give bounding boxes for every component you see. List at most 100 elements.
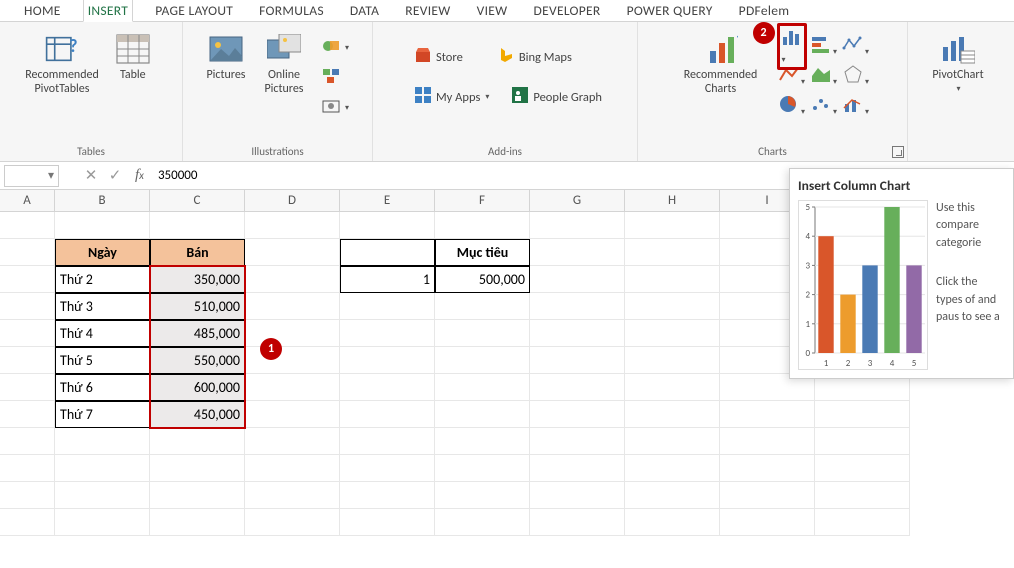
cell-F2[interactable]: Mục tiêu bbox=[435, 239, 530, 266]
cell-H3[interactable] bbox=[625, 266, 720, 293]
area-chart-button[interactable]: ▾ bbox=[810, 64, 837, 88]
cell-J9[interactable] bbox=[815, 428, 910, 455]
cell-B11[interactable] bbox=[55, 482, 150, 509]
tab-data[interactable]: DATA bbox=[346, 0, 383, 21]
cell-H2[interactable] bbox=[625, 239, 720, 266]
cell-D3[interactable] bbox=[245, 266, 340, 293]
cell-D5[interactable] bbox=[245, 320, 340, 347]
cell-E7[interactable] bbox=[340, 374, 435, 401]
cell-D10[interactable] bbox=[245, 455, 340, 482]
cell-E12[interactable] bbox=[340, 509, 435, 536]
cell-F7[interactable] bbox=[435, 374, 530, 401]
pictures-button[interactable]: Pictures bbox=[202, 32, 250, 82]
cell-E5[interactable] bbox=[340, 320, 435, 347]
scatter-chart-button[interactable]: ▾ bbox=[810, 94, 837, 118]
cell-I8[interactable] bbox=[720, 401, 815, 428]
col-header-G[interactable]: G bbox=[530, 190, 625, 212]
tab-formulas[interactable]: FORMULAS bbox=[255, 0, 328, 21]
cell-D8[interactable] bbox=[245, 401, 340, 428]
col-header-B[interactable]: B bbox=[55, 190, 150, 212]
cell-F12[interactable] bbox=[435, 509, 530, 536]
cell-B2[interactable]: Ngày bbox=[55, 239, 150, 266]
cell-G5[interactable] bbox=[530, 320, 625, 347]
cell-F9[interactable] bbox=[435, 428, 530, 455]
cell-B5[interactable]: Thứ 4 bbox=[55, 320, 150, 347]
enter-formula-button[interactable]: ✓ bbox=[103, 166, 127, 185]
cell-H11[interactable] bbox=[625, 482, 720, 509]
cell-G1[interactable] bbox=[530, 212, 625, 239]
cell-D7[interactable] bbox=[245, 374, 340, 401]
col-header-H[interactable]: H bbox=[625, 190, 720, 212]
cell-G11[interactable] bbox=[530, 482, 625, 509]
fx-icon[interactable]: fx bbox=[127, 167, 152, 184]
tab-home[interactable]: HOME bbox=[20, 0, 65, 21]
cell-G8[interactable] bbox=[530, 401, 625, 428]
cell-A3[interactable] bbox=[0, 266, 55, 293]
cell-E8[interactable] bbox=[340, 401, 435, 428]
cell-I9[interactable] bbox=[720, 428, 815, 455]
cell-B4[interactable]: Thứ 3 bbox=[55, 293, 150, 320]
cell-B12[interactable] bbox=[55, 509, 150, 536]
cell-G2[interactable] bbox=[530, 239, 625, 266]
cell-G6[interactable] bbox=[530, 347, 625, 374]
cell-C4[interactable]: 510,000 bbox=[150, 293, 245, 320]
online-pictures-button[interactable]: Online Pictures bbox=[260, 32, 308, 96]
cell-B3[interactable]: Thứ 2 bbox=[55, 266, 150, 293]
col-header-D[interactable]: D bbox=[245, 190, 340, 212]
cell-H4[interactable] bbox=[625, 293, 720, 320]
cell-B10[interactable] bbox=[55, 455, 150, 482]
tab-page-layout[interactable]: PAGE LAYOUT bbox=[151, 0, 237, 21]
cell-D4[interactable] bbox=[245, 293, 340, 320]
cell-F6[interactable] bbox=[435, 347, 530, 374]
cell-H8[interactable] bbox=[625, 401, 720, 428]
cell-A7[interactable] bbox=[0, 374, 55, 401]
cell-H10[interactable] bbox=[625, 455, 720, 482]
cell-H9[interactable] bbox=[625, 428, 720, 455]
cell-H5[interactable] bbox=[625, 320, 720, 347]
smartart-button[interactable] bbox=[318, 66, 353, 90]
cell-B9[interactable] bbox=[55, 428, 150, 455]
cell-D12[interactable] bbox=[245, 509, 340, 536]
cell-C8[interactable]: 450,000 bbox=[150, 401, 245, 428]
cell-A6[interactable] bbox=[0, 347, 55, 374]
screenshot-button[interactable]: ▾ bbox=[318, 96, 353, 120]
cell-C3[interactable]: 350,000 bbox=[150, 266, 245, 293]
cell-J8[interactable] bbox=[815, 401, 910, 428]
tab-insert[interactable]: INSERT bbox=[83, 0, 134, 22]
cell-C6[interactable]: 550,000 bbox=[150, 347, 245, 374]
cell-G4[interactable] bbox=[530, 293, 625, 320]
cell-D11[interactable] bbox=[245, 482, 340, 509]
tab-view[interactable]: VIEW bbox=[473, 0, 512, 21]
cell-A4[interactable] bbox=[0, 293, 55, 320]
cell-A8[interactable] bbox=[0, 401, 55, 428]
cell-B1[interactable] bbox=[55, 212, 150, 239]
people-graph-button[interactable]: People Graph bbox=[507, 84, 606, 110]
cell-A1[interactable] bbox=[0, 212, 55, 239]
cell-E3[interactable]: 1 bbox=[340, 266, 435, 293]
cell-E6[interactable] bbox=[340, 347, 435, 374]
cell-H1[interactable] bbox=[625, 212, 720, 239]
cell-I12[interactable] bbox=[720, 509, 815, 536]
radar-chart-button[interactable]: ▾ bbox=[842, 64, 869, 88]
cell-F5[interactable] bbox=[435, 320, 530, 347]
cell-F4[interactable] bbox=[435, 293, 530, 320]
cell-F11[interactable] bbox=[435, 482, 530, 509]
cell-A11[interactable] bbox=[0, 482, 55, 509]
cell-A10[interactable] bbox=[0, 455, 55, 482]
table-button[interactable]: Table bbox=[109, 32, 157, 82]
cell-F3[interactable]: 500,000 bbox=[435, 266, 530, 293]
cell-E10[interactable] bbox=[340, 455, 435, 482]
cell-I10[interactable] bbox=[720, 455, 815, 482]
shapes-button[interactable]: ▾ bbox=[318, 36, 353, 60]
col-header-A[interactable]: A bbox=[0, 190, 55, 212]
cell-G7[interactable] bbox=[530, 374, 625, 401]
name-box[interactable]: ▾ bbox=[4, 165, 59, 187]
tab-developer[interactable]: DEVELOPER bbox=[530, 0, 605, 21]
cell-E4[interactable] bbox=[340, 293, 435, 320]
cell-F8[interactable] bbox=[435, 401, 530, 428]
cell-D2[interactable] bbox=[245, 239, 340, 266]
cell-G3[interactable] bbox=[530, 266, 625, 293]
cancel-formula-button[interactable]: ✕ bbox=[79, 166, 103, 185]
my-apps-button[interactable]: My Apps▾ bbox=[410, 84, 493, 110]
cell-E11[interactable] bbox=[340, 482, 435, 509]
